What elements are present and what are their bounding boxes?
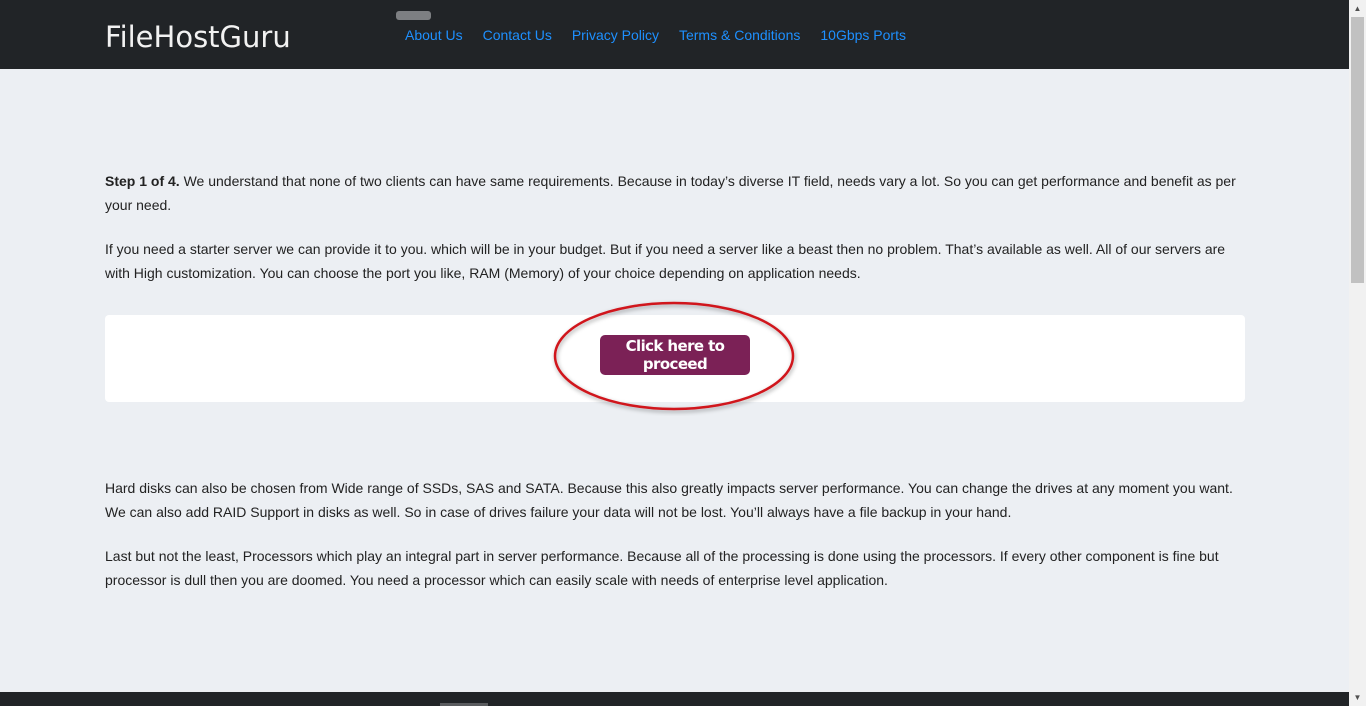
- intro-text: We understand that none of two clients c…: [105, 173, 1236, 213]
- scrollbar-thumb[interactable]: [1351, 17, 1364, 283]
- arrow-up-icon[interactable]: ▲: [1349, 0, 1366, 17]
- starter-server-paragraph: If you need a starter server we can prov…: [105, 241, 1226, 281]
- nav-link-terms-conditions[interactable]: Terms & Conditions: [669, 25, 810, 45]
- nav-links: About Us Contact Us Privacy Policy Terms…: [395, 25, 916, 45]
- arrow-down-icon[interactable]: ▼: [1349, 689, 1366, 706]
- nav-link-contact-us[interactable]: Contact Us: [473, 25, 562, 45]
- proceed-button[interactable]: Click here to proceed: [600, 335, 750, 375]
- menu-toggle-icon[interactable]: [396, 11, 431, 20]
- footer: [0, 692, 1349, 706]
- intro-paragraph: Step 1 of 4. We understand that none of …: [105, 169, 1245, 217]
- vertical-scrollbar[interactable]: ▲ ▼: [1349, 0, 1366, 706]
- top-navbar: FileHostGuru About Us Contact Us Privacy…: [0, 0, 1349, 69]
- processors-paragraph: Last but not the least, Processors which…: [105, 548, 1219, 588]
- step-label: Step 1 of 4.: [105, 173, 180, 189]
- nav-link-10gbps-ports[interactable]: 10Gbps Ports: [810, 25, 916, 45]
- brand-logo[interactable]: FileHostGuru: [105, 18, 291, 56]
- hard-disks-paragraph: Hard disks can also be chosen from Wide …: [105, 480, 1233, 520]
- nav-link-about-us[interactable]: About Us: [395, 25, 473, 45]
- page: FileHostGuru About Us Contact Us Privacy…: [0, 0, 1366, 706]
- nav-link-privacy-policy[interactable]: Privacy Policy: [562, 25, 669, 45]
